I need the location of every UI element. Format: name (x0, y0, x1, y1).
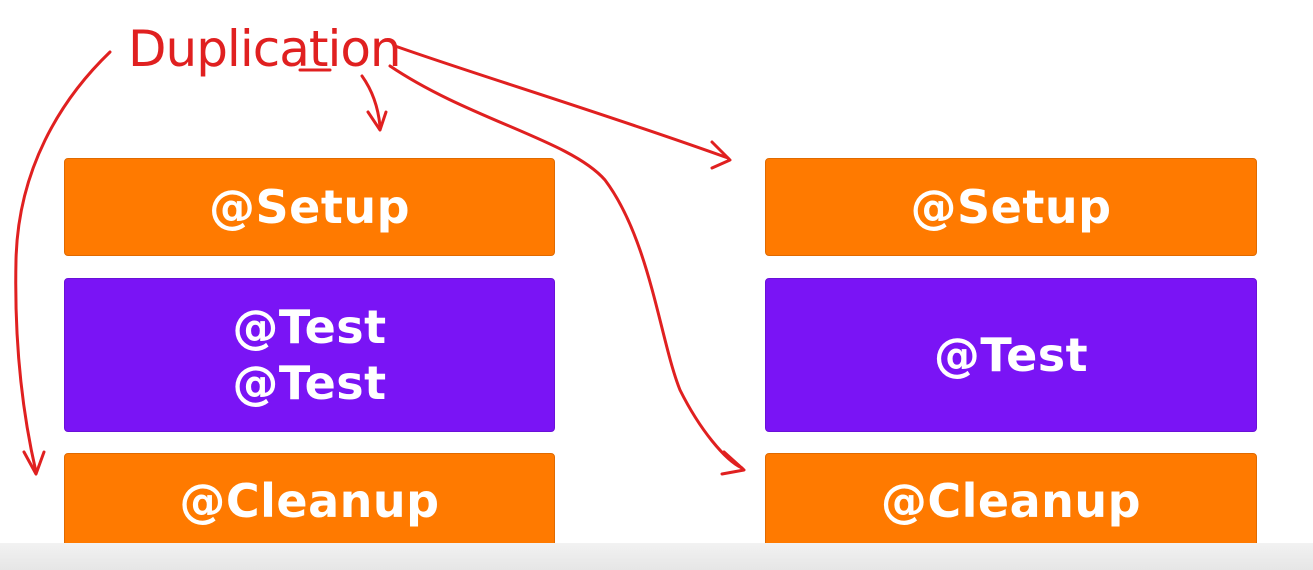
annotation-overlay: Duplication (14, 20, 746, 476)
duplication-annotation: Duplication (128, 20, 401, 78)
arrow-to-left-cleanup (14, 50, 112, 474)
arrow-to-right-cleanup (388, 64, 744, 470)
arrow-to-right-setup (393, 44, 730, 160)
